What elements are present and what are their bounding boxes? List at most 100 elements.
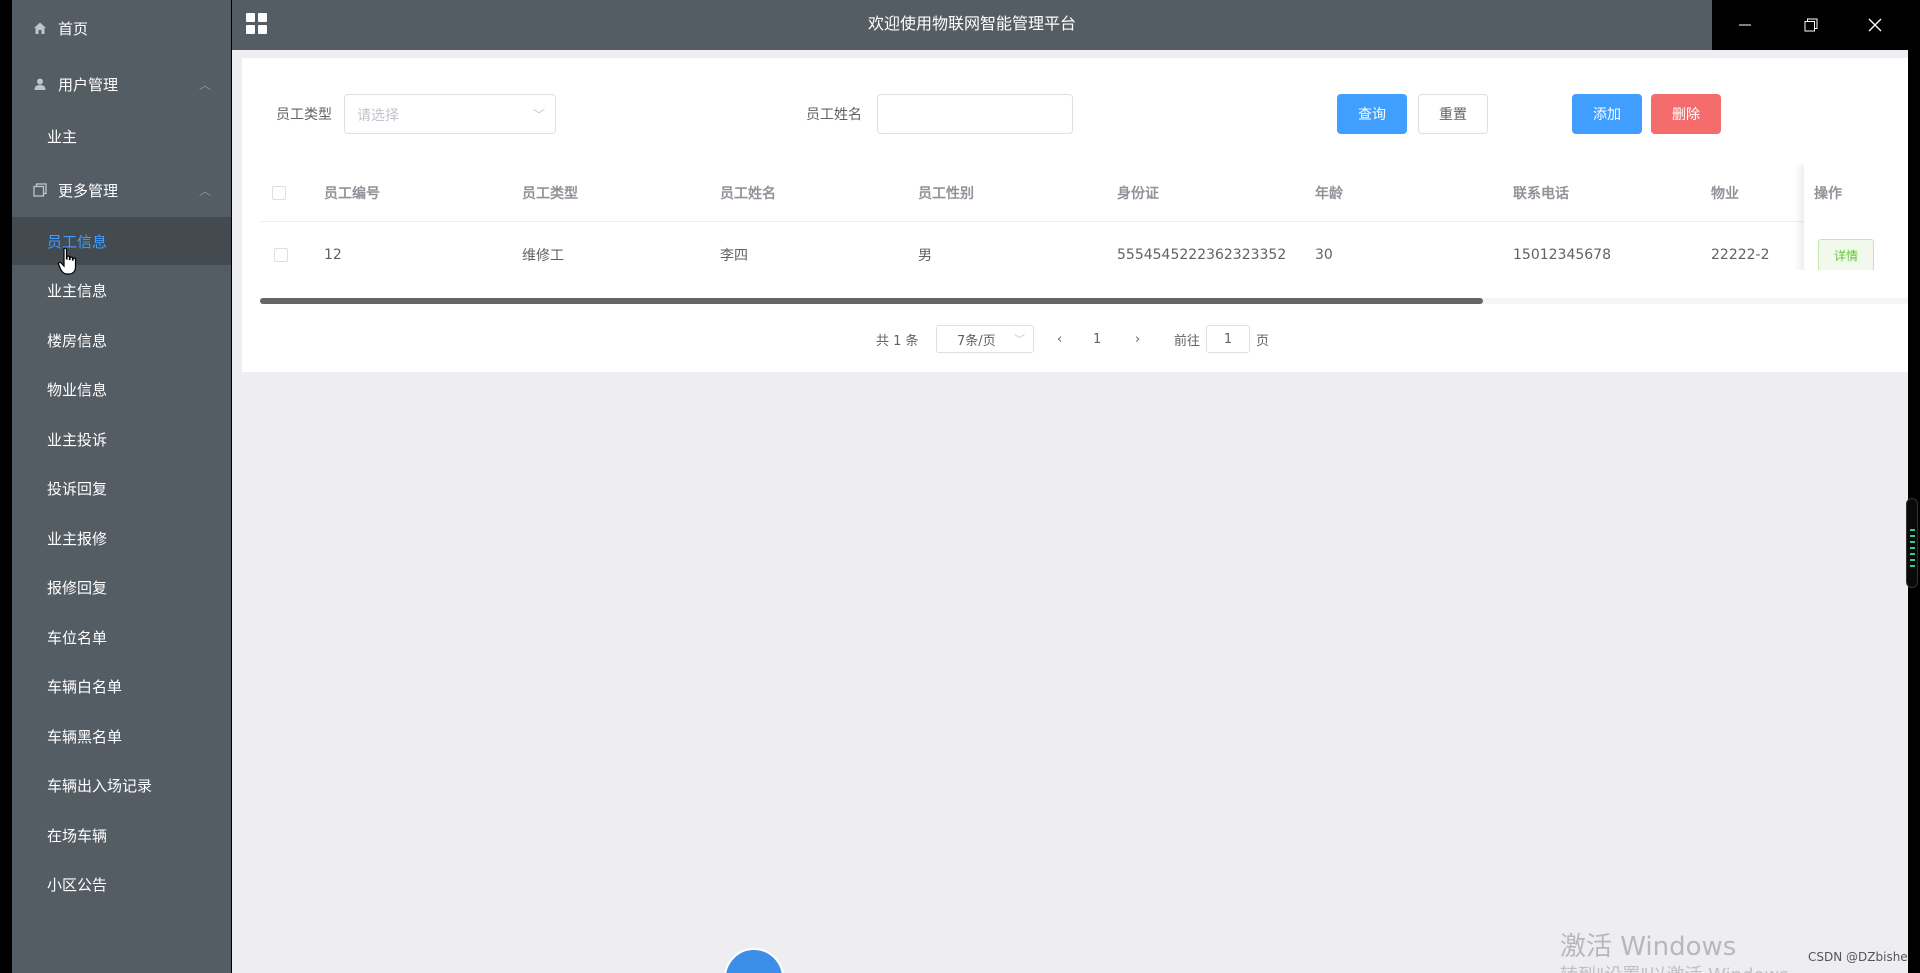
select-all-checkbox[interactable] xyxy=(272,185,286,200)
restore-icon[interactable] xyxy=(1778,0,1844,50)
user-icon xyxy=(32,76,48,92)
column-header[interactable]: 员工姓名 xyxy=(720,164,776,221)
sidebar-item-vehicle-whitelist[interactable]: 车辆白名单 xyxy=(12,662,231,710)
row-checkbox[interactable] xyxy=(274,247,288,262)
hand-cursor-icon xyxy=(57,247,77,275)
column-header[interactable]: 员工编号 xyxy=(324,164,380,221)
sidebar-item-label: 车辆黑名单 xyxy=(47,727,123,746)
goto-label: 前往 xyxy=(1174,333,1201,349)
sidebar-item-owner-complaint[interactable]: 业主投诉 xyxy=(12,415,231,463)
sidebar-item-repair-reply[interactable]: 报修回复 xyxy=(12,563,231,611)
fixed-action-column: 操作 详情 xyxy=(1804,164,1908,270)
menu-home-label: 首页 xyxy=(58,19,89,38)
cell-gender: 男 xyxy=(918,247,932,264)
floating-ball[interactable] xyxy=(724,948,784,973)
menu-more-management[interactable]: 更多管理 ︿ xyxy=(12,166,231,214)
pagination-total: 共 1 条 xyxy=(876,333,919,349)
sidebar-item-vehicle-records[interactable]: 车辆出入场记录 xyxy=(12,761,231,809)
sidebar-item-label: 投诉回复 xyxy=(47,479,108,498)
name-label: 员工姓名 xyxy=(806,107,862,123)
cell-type: 维修工 xyxy=(522,247,564,264)
sidebar-item-owner-repair[interactable]: 业主报修 xyxy=(12,514,231,562)
main-content: 员工类型 请选择 ﹀ 员工姓名 查询 重置 添加 删除 员工编号 员工类型 员工… xyxy=(232,50,1908,973)
sidebar-item-label: 小区公告 xyxy=(47,875,108,894)
column-header[interactable]: 年龄 xyxy=(1315,164,1343,221)
cell-name: 李四 xyxy=(720,247,748,264)
minimize-icon[interactable] xyxy=(1712,0,1778,50)
column-header[interactable]: 员工性别 xyxy=(918,164,974,221)
select-placeholder: 请选择 xyxy=(357,108,399,124)
copy-icon xyxy=(32,182,48,198)
column-header: 操作 xyxy=(1814,186,1842,202)
sidebar-item-label: 业主信息 xyxy=(47,281,108,300)
csdn-credit: CSDN @DZbishe xyxy=(1808,950,1908,964)
close-icon[interactable] xyxy=(1842,0,1908,50)
chevron-down-icon: ﹀ xyxy=(1014,333,1025,346)
app-title: 欢迎使用物联网智能管理平台 xyxy=(867,14,1076,33)
sidebar-item-label: 车位名单 xyxy=(47,628,108,647)
page-number[interactable]: 1 xyxy=(1093,324,1101,354)
column-header[interactable]: 物业 xyxy=(1711,164,1739,221)
menu-user-management[interactable]: 用户管理 ︿ xyxy=(12,60,231,108)
sidebar-item-owner[interactable]: 业主 xyxy=(12,112,231,160)
sidebar-item-label: 车辆出入场记录 xyxy=(47,776,153,795)
vertical-scroll-indicator[interactable] xyxy=(1906,498,1918,588)
sidebar-item-label: 业主报修 xyxy=(47,529,108,548)
table-row: 12 维修工 李四 男 5554545222362323352 30 15012… xyxy=(260,222,1908,270)
chevron-down-icon: ﹀ xyxy=(532,108,545,122)
type-label: 员工类型 xyxy=(276,107,332,123)
cell-id: 12 xyxy=(324,246,342,263)
windows-activation-watermark: 激活 Windows xyxy=(1560,932,1737,962)
employee-name-input[interactable] xyxy=(877,94,1073,134)
sidebar-item-parking-list[interactable]: 车位名单 xyxy=(12,613,231,661)
cell-phone: 15012345678 xyxy=(1513,246,1611,263)
column-header[interactable]: 员工类型 xyxy=(522,164,578,221)
query-button[interactable]: 查询 xyxy=(1337,94,1407,134)
menu-user-management-label: 用户管理 xyxy=(58,75,119,94)
window-edge xyxy=(1908,0,1920,973)
detail-button[interactable]: 详情 xyxy=(1818,239,1874,270)
chevron-up-icon: ︿ xyxy=(198,183,211,198)
cell-property: 22222-2 xyxy=(1711,246,1770,263)
menu-more-management-label: 更多管理 xyxy=(58,181,119,200)
page-size-select[interactable]: 7条/页 ﹀ xyxy=(936,325,1034,353)
sidebar-item-label: 业主 xyxy=(47,127,78,146)
table-header: 员工编号 员工类型 员工姓名 员工性别 身份证 年龄 联系电话 物业 xyxy=(260,164,1908,222)
sidebar-item-label: 物业信息 xyxy=(47,380,108,399)
employee-type-select[interactable]: 请选择 ﹀ xyxy=(344,94,556,134)
sidebar-item-community-notice[interactable]: 小区公告 xyxy=(12,860,231,908)
sidebar-item-vehicles-on-site[interactable]: 在场车辆 xyxy=(12,811,231,859)
delete-button[interactable]: 删除 xyxy=(1651,94,1721,134)
horizontal-scrollbar[interactable] xyxy=(260,298,1483,304)
page-size-value: 7条/页 xyxy=(957,333,996,349)
sidebar-item-label: 报修回复 xyxy=(47,578,108,597)
sidebar-item-label: 车辆白名单 xyxy=(47,677,123,696)
sidebar-item-building-info[interactable]: 楼房信息 xyxy=(12,316,231,364)
cell-age: 30 xyxy=(1315,246,1333,263)
prev-page-icon[interactable]: ‹ xyxy=(1057,324,1062,354)
sidebar-item-property-info[interactable]: 物业信息 xyxy=(12,365,231,413)
sidebar-item-owner-info[interactable]: 业主信息 xyxy=(12,266,231,314)
menu-home[interactable]: 首页 xyxy=(12,4,231,52)
column-header[interactable]: 联系电话 xyxy=(1513,164,1569,221)
sidebar-item-complaint-reply[interactable]: 投诉回复 xyxy=(12,464,231,512)
sidebar: 首页 用户管理 ︿ 业主 更多管理 ︿ 员工信息 业主信息 楼房信息 物业信息 … xyxy=(12,0,231,973)
employee-card: 员工类型 请选择 ﹀ 员工姓名 查询 重置 添加 删除 员工编号 员工类型 员工… xyxy=(242,58,1908,372)
next-page-icon[interactable]: › xyxy=(1135,324,1140,354)
home-icon xyxy=(32,20,48,36)
chevron-up-icon: ︿ xyxy=(198,77,211,92)
top-bar: 欢迎使用物联网智能管理平台 xyxy=(232,0,1712,50)
add-button[interactable]: 添加 xyxy=(1572,94,1642,134)
sidebar-item-label: 楼房信息 xyxy=(47,331,108,350)
cell-idcard: 5554545222362323352 xyxy=(1117,246,1287,263)
sidebar-item-employee-info[interactable]: 员工信息 xyxy=(12,217,231,265)
goto-page-input[interactable]: 1 xyxy=(1206,325,1250,353)
employee-table: 员工编号 员工类型 员工姓名 员工性别 身份证 年龄 联系电话 物业 12 维修… xyxy=(260,164,1908,270)
window-controls xyxy=(1712,0,1908,50)
sidebar-item-label: 业主投诉 xyxy=(47,430,108,449)
sidebar-item-vehicle-blacklist[interactable]: 车辆黑名单 xyxy=(12,712,231,760)
page-suffix: 页 xyxy=(1256,333,1270,349)
column-header[interactable]: 身份证 xyxy=(1117,164,1159,221)
sidebar-item-label: 在场车辆 xyxy=(47,826,108,845)
reset-button[interactable]: 重置 xyxy=(1418,94,1488,134)
